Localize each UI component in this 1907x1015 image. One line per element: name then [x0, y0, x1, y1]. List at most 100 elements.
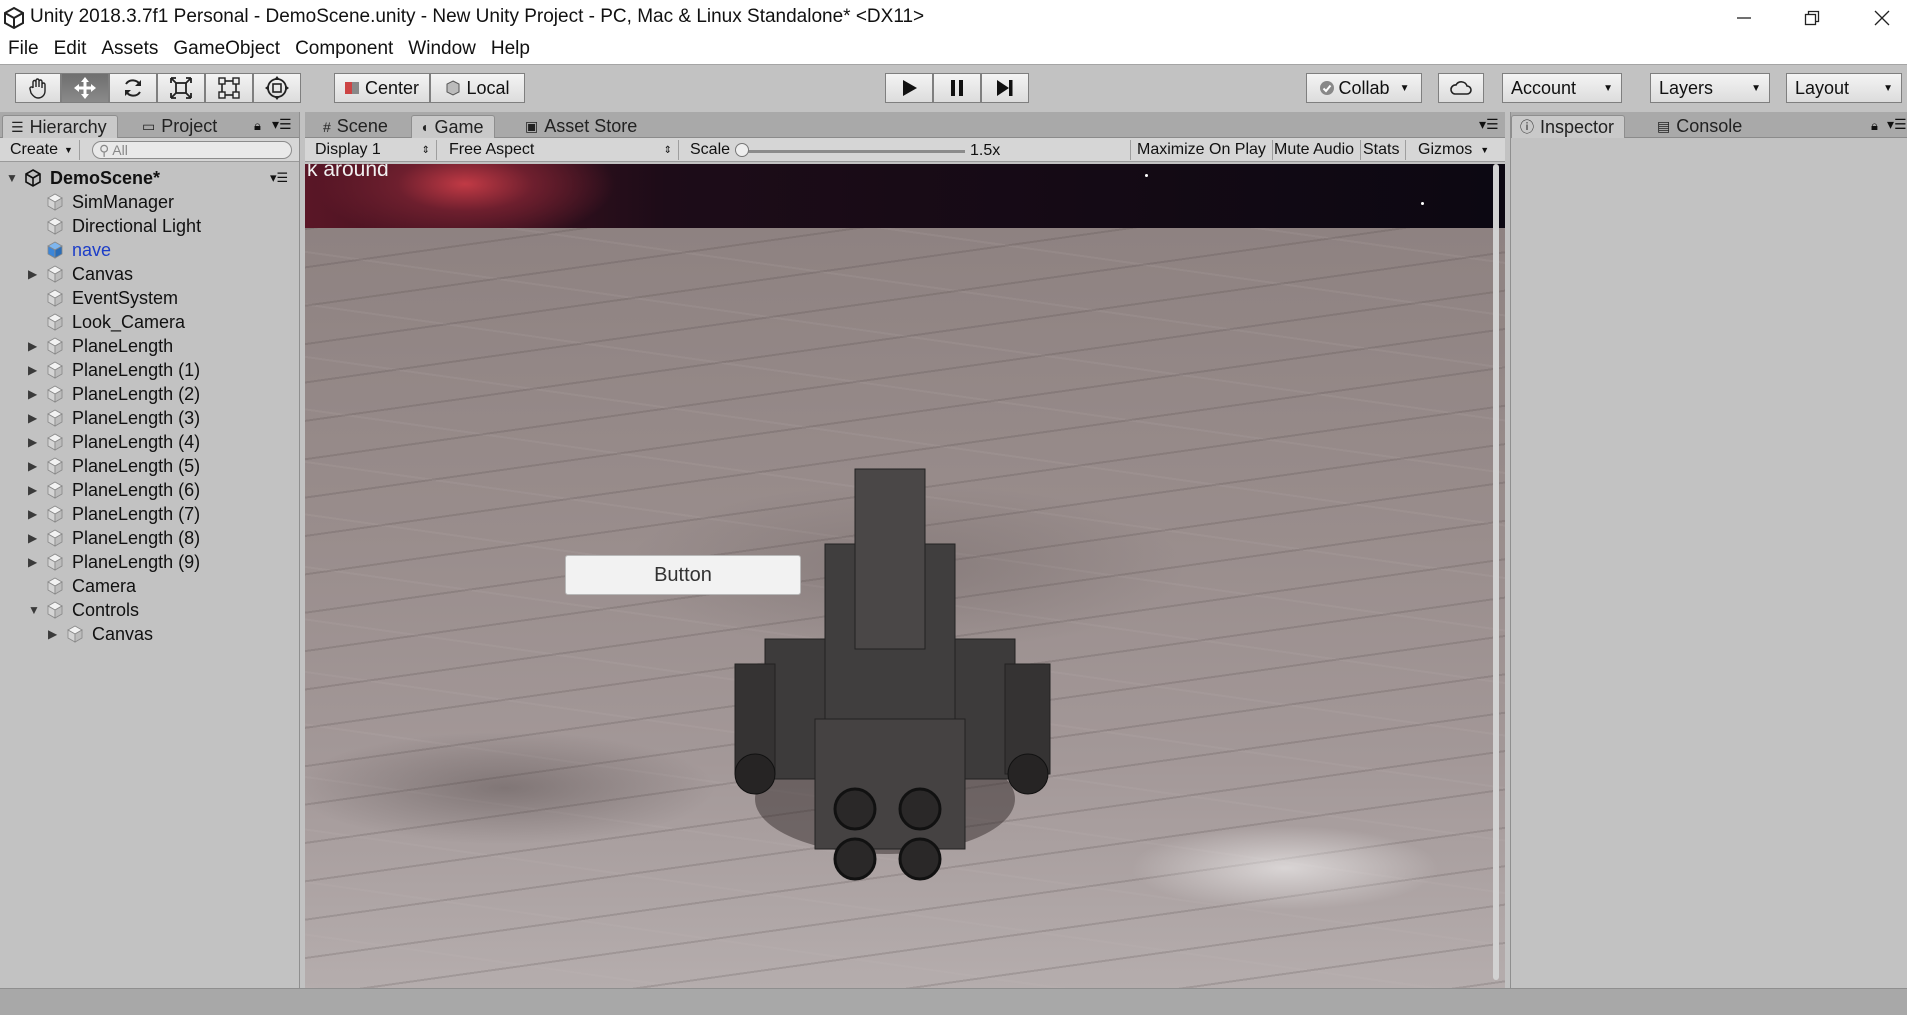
- hierarchy-row[interactable]: ▶ PlaneLength: [0, 334, 298, 358]
- hierarchy-row[interactable]: ▶ PlaneLength (6): [0, 478, 298, 502]
- play-icon: [903, 80, 917, 96]
- close-button[interactable]: [1850, 0, 1907, 36]
- hierarchy-row[interactable]: ▶ PlaneLength (1): [0, 358, 298, 382]
- info-icon: ⓘ: [1520, 119, 1534, 135]
- hand-tool-button[interactable]: [15, 73, 61, 103]
- rotate-tool-button[interactable]: [109, 73, 157, 103]
- create-label: Create: [10, 141, 59, 158]
- expand-arrow-icon[interactable]: ▶: [28, 267, 37, 281]
- expand-arrow-icon[interactable]: ▶: [28, 339, 37, 353]
- menu-file[interactable]: File: [8, 36, 46, 64]
- hierarchy-row[interactable]: SimManager: [0, 190, 298, 214]
- tab-project[interactable]: ▭ Project: [134, 115, 227, 138]
- expand-arrow-icon[interactable]: ▶: [28, 411, 37, 425]
- expand-arrow-icon[interactable]: ▶: [28, 555, 37, 569]
- tab-game[interactable]: ◖ Game: [411, 115, 495, 138]
- minimize-button[interactable]: [1712, 0, 1776, 36]
- hierarchy-search-input[interactable]: ⚲ All: [92, 141, 292, 159]
- restore-button[interactable]: [1780, 0, 1844, 36]
- chevron-down-icon: ▼: [64, 145, 73, 155]
- cloud-button[interactable]: [1438, 73, 1484, 103]
- collapse-arrow-icon[interactable]: ▼: [28, 603, 40, 617]
- display-dropdown[interactable]: Display 1 ⇕: [309, 140, 437, 160]
- panel-menu-icon[interactable]: ▾☰: [272, 116, 292, 133]
- scale-slider-thumb[interactable]: [735, 143, 749, 157]
- hierarchy-row[interactable]: ▶ PlaneLength (4): [0, 430, 298, 454]
- pause-button[interactable]: [933, 73, 981, 103]
- scene-menu-icon[interactable]: ▾☰: [270, 170, 288, 186]
- minimize-icon: [1737, 17, 1751, 19]
- move-arrows-icon: [74, 77, 96, 99]
- stats-toggle[interactable]: Stats: [1357, 140, 1407, 160]
- tab-inspector[interactable]: ⓘ Inspector: [1511, 115, 1626, 138]
- gizmos-label: Gizmos: [1418, 141, 1473, 158]
- tab-scene[interactable]: # Scene: [315, 115, 398, 138]
- hierarchy-row-label: Look_Camera: [72, 311, 186, 332]
- expand-arrow-icon[interactable]: ▼: [6, 171, 18, 185]
- expand-arrow-icon[interactable]: ▶: [28, 459, 37, 473]
- pivot-local-toggle[interactable]: Local: [430, 73, 525, 103]
- tab-hierarchy[interactable]: ☰ Hierarchy: [2, 115, 118, 138]
- expand-arrow-icon[interactable]: ▶: [28, 363, 37, 377]
- expand-arrow-icon[interactable]: ▶: [28, 435, 37, 449]
- layout-dropdown[interactable]: Layout ▼: [1786, 73, 1902, 103]
- layers-dropdown[interactable]: Layers ▼: [1650, 73, 1770, 103]
- scale-slider-track[interactable]: [740, 150, 965, 153]
- hierarchy-row[interactable]: ▶ Canvas: [0, 262, 298, 286]
- menu-edit[interactable]: Edit: [54, 36, 94, 64]
- hierarchy-row[interactable]: ▼ Controls: [0, 598, 298, 622]
- tab-asset-store[interactable]: ▣ Asset Store: [517, 115, 647, 138]
- expand-arrow-icon[interactable]: ▶: [28, 531, 37, 545]
- panel-menu-icon[interactable]: ▾☰: [1479, 116, 1499, 133]
- scene-root-row[interactable]: ▼ DemoScene* ▾☰: [0, 166, 298, 190]
- scale-tool-button[interactable]: [157, 73, 205, 103]
- expand-arrow-icon[interactable]: ▶: [28, 387, 37, 401]
- expand-arrow-icon[interactable]: ▶: [48, 627, 57, 641]
- hierarchy-row[interactable]: nave: [0, 238, 298, 262]
- hierarchy-row[interactable]: ▶ PlaneLength (2): [0, 382, 298, 406]
- hierarchy-row[interactable]: ▶ Canvas: [0, 622, 298, 646]
- hierarchy-row[interactable]: ▶ PlaneLength (7): [0, 502, 298, 526]
- hierarchy-list-icon: ☰: [11, 118, 24, 135]
- panel-menu-icon[interactable]: ▾☰: [1887, 116, 1907, 133]
- gizmos-toggle[interactable]: Gizmos ▼: [1412, 140, 1495, 160]
- inspector-tabstrip: ⓘ Inspector ▤ Console 🔒︎ ▾☰: [1511, 112, 1907, 138]
- game-tabstrip: # Scene ◖ Game ▣ Asset Store ▾☰: [305, 112, 1505, 138]
- tab-console[interactable]: ▤ Console: [1649, 115, 1752, 138]
- step-button[interactable]: [981, 73, 1029, 103]
- transform-tool-button[interactable]: [253, 73, 301, 103]
- menu-component[interactable]: Component: [295, 36, 400, 64]
- expand-arrow-icon[interactable]: ▶: [28, 507, 37, 521]
- rect-tool-button[interactable]: [205, 73, 253, 103]
- lock-icon[interactable]: 🔒︎: [1871, 118, 1878, 134]
- move-tool-button[interactable]: [61, 73, 109, 103]
- create-dropdown[interactable]: Create ▼: [4, 140, 80, 160]
- hierarchy-row[interactable]: ▶ PlaneLength (8): [0, 526, 298, 550]
- collab-label: Collab: [1338, 77, 1390, 98]
- hierarchy-row[interactable]: Look_Camera: [0, 310, 298, 334]
- viewport-scrollbar[interactable]: [1493, 164, 1499, 980]
- menu-help[interactable]: Help: [491, 36, 537, 64]
- hierarchy-row[interactable]: EventSystem: [0, 286, 298, 310]
- expand-arrow-icon[interactable]: ▶: [28, 483, 37, 497]
- hierarchy-row-label: EventSystem: [72, 287, 179, 308]
- game-ui-button[interactable]: Button: [565, 555, 801, 595]
- mute-audio-toggle[interactable]: Mute Audio: [1268, 140, 1362, 160]
- collab-dropdown[interactable]: Collab ▼: [1306, 73, 1422, 103]
- maximize-on-play-toggle[interactable]: Maximize On Play: [1130, 140, 1273, 160]
- menu-assets[interactable]: Assets: [101, 36, 165, 64]
- game-viewport[interactable]: k around Button: [305, 164, 1505, 988]
- account-dropdown[interactable]: Account ▼: [1502, 73, 1622, 103]
- menu-window[interactable]: Window: [408, 36, 483, 64]
- hierarchy-row[interactable]: Camera: [0, 574, 298, 598]
- pivot-center-toggle[interactable]: Center: [334, 73, 430, 103]
- lock-icon[interactable]: 🔒︎: [254, 118, 261, 134]
- aspect-dropdown[interactable]: Free Aspect ⇕: [443, 140, 679, 160]
- menu-gameobject[interactable]: GameObject: [173, 36, 287, 64]
- play-button[interactable]: [885, 73, 933, 103]
- hierarchy-row[interactable]: ▶ PlaneLength (5): [0, 454, 298, 478]
- hierarchy-row[interactable]: ▶ PlaneLength (3): [0, 406, 298, 430]
- hierarchy-row[interactable]: Directional Light: [0, 214, 298, 238]
- inspector-panel: ⓘ Inspector ▤ Console 🔒︎ ▾☰: [1510, 112, 1907, 988]
- hierarchy-row[interactable]: ▶ PlaneLength (9): [0, 550, 298, 574]
